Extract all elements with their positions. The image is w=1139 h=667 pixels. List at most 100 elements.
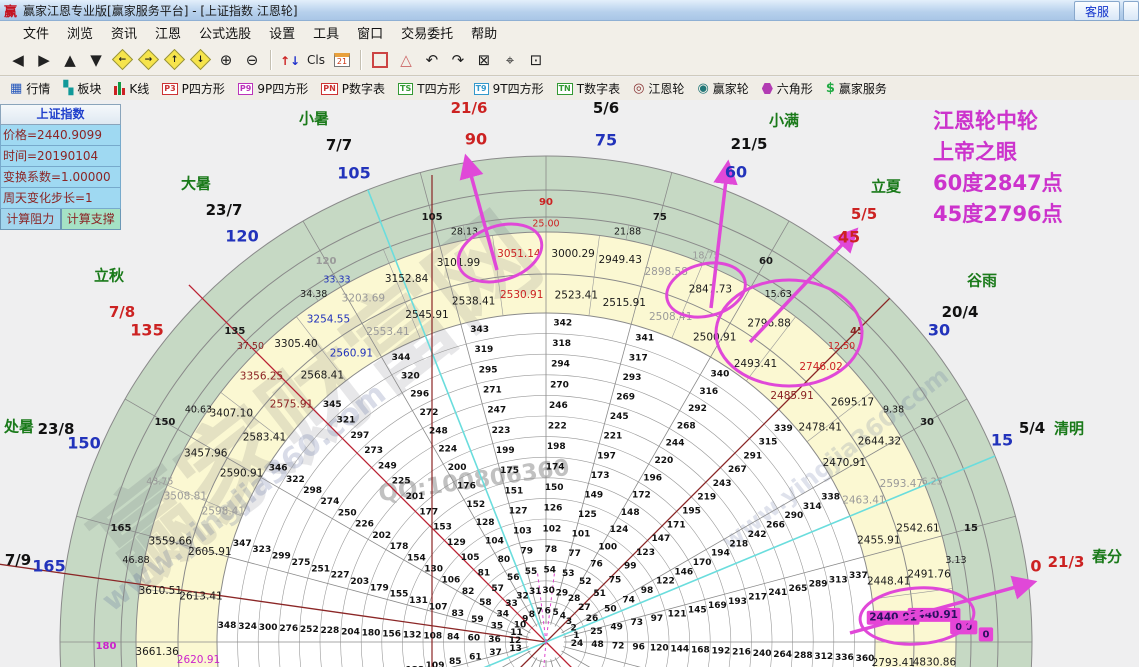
svg-text:78: 78 bbox=[545, 545, 558, 555]
next-button[interactable]: ▶ bbox=[32, 48, 56, 72]
svg-text:316: 316 bbox=[699, 387, 718, 397]
9t-square-button[interactable]: T9 9T四方形 bbox=[468, 77, 550, 100]
calendar-button[interactable]: 21 bbox=[330, 48, 354, 72]
square-tool-button[interactable] bbox=[368, 48, 392, 72]
wheel-value-label: 12.50 bbox=[828, 341, 855, 352]
calc-resistance-button[interactable]: 计算阻力 bbox=[0, 209, 61, 230]
svg-text:199: 199 bbox=[496, 446, 515, 456]
p-table-button[interactable]: PN P数字表 bbox=[315, 77, 391, 100]
wheel-outer-label: 春分 bbox=[1091, 547, 1123, 566]
svg-text:55: 55 bbox=[525, 567, 538, 577]
svg-text:290: 290 bbox=[784, 511, 803, 521]
rotate-cw-button[interactable]: ↷ bbox=[446, 48, 470, 72]
quotes-button[interactable]: ▦ 行情 bbox=[4, 77, 56, 100]
svg-text:315: 315 bbox=[759, 438, 778, 448]
wheel-value-label: 2491.76 bbox=[907, 568, 951, 580]
svg-text:246: 246 bbox=[549, 401, 568, 411]
zoom-in-button[interactable]: ⊕ bbox=[214, 48, 238, 72]
menu-item-5[interactable]: 设置 bbox=[260, 21, 304, 44]
maximize-button[interactable]: ⊠ bbox=[472, 48, 496, 72]
wheel-outer-label: 21/3 bbox=[1047, 553, 1085, 571]
svg-text:216: 216 bbox=[732, 648, 751, 658]
t-table-button[interactable]: TN T数字表 bbox=[551, 77, 627, 100]
svg-text:220: 220 bbox=[654, 456, 673, 466]
calc-support-button[interactable]: 计算支撑 bbox=[60, 209, 121, 230]
wheel-value-label: 2847.73 bbox=[689, 283, 732, 295]
menu-item-3[interactable]: 江恩 bbox=[146, 21, 190, 44]
wheel-value-label: 0 bbox=[982, 629, 989, 640]
svg-text:341: 341 bbox=[635, 334, 654, 344]
wheel-value-label: 2695.17 bbox=[831, 397, 874, 409]
svg-text:295: 295 bbox=[479, 365, 498, 375]
annotation-line: 上帝之眼 bbox=[933, 140, 1017, 164]
svg-text:267: 267 bbox=[728, 465, 747, 475]
zoom-out-button[interactable]: ⊖ bbox=[240, 48, 264, 72]
wheel-outer-label: 小满 bbox=[768, 111, 800, 130]
center-button[interactable]: ⌖ bbox=[498, 48, 522, 72]
triangle-tool-button[interactable]: △ bbox=[394, 48, 418, 72]
menu-item-9[interactable]: 帮助 bbox=[462, 21, 506, 44]
pan-right-button[interactable]: → bbox=[136, 48, 160, 72]
prev-button[interactable]: ◀ bbox=[6, 48, 30, 72]
menu-item-7[interactable]: 窗口 bbox=[348, 21, 392, 44]
svg-text:345: 345 bbox=[323, 400, 342, 410]
svg-text:123: 123 bbox=[636, 548, 655, 558]
svg-text:323: 323 bbox=[252, 545, 271, 555]
menu-item-0[interactable]: 文件 bbox=[14, 21, 58, 44]
pan-down-button[interactable]: ↓ bbox=[188, 48, 212, 72]
svg-text:340: 340 bbox=[711, 370, 730, 380]
svg-text:147: 147 bbox=[651, 534, 670, 544]
svg-text:149: 149 bbox=[584, 490, 603, 500]
pan-up-button[interactable]: ↑ bbox=[162, 48, 186, 72]
p-square-button[interactable]: P3 P四方形 bbox=[156, 77, 231, 100]
svg-text:156: 156 bbox=[382, 629, 401, 639]
svg-text:180: 180 bbox=[362, 628, 381, 638]
screen-button[interactable]: ⊡ bbox=[524, 48, 548, 72]
kline-button[interactable]: K线 bbox=[108, 77, 155, 100]
menu-item-1[interactable]: 浏览 bbox=[58, 21, 102, 44]
down-button[interactable]: ▼ bbox=[84, 48, 108, 72]
rotate-ccw-button[interactable]: ↶ bbox=[420, 48, 444, 72]
wheel-value-label: 2448.41 bbox=[867, 576, 910, 588]
toolbar-modules: ▦ 行情 ▚ 板块 K线 P3 P四方形 P9 9P四方形 PN P数字表 TS T四方形 T9 9T四方形… bbox=[0, 77, 1139, 101]
customer-service-button[interactable]: 客服 bbox=[1073, 1, 1120, 21]
gann-wheel-button[interactable]: ◎ 江恩轮 bbox=[627, 77, 690, 100]
menu-item-2[interactable]: 资讯 bbox=[102, 21, 146, 44]
svg-text:198: 198 bbox=[547, 442, 566, 452]
toolbar-label: T数字表 bbox=[576, 82, 621, 96]
svg-text:224: 224 bbox=[438, 445, 457, 455]
svg-text:169: 169 bbox=[708, 601, 727, 611]
wheel-outer-label: 60 bbox=[724, 162, 748, 182]
t-square-button[interactable]: TS T四方形 bbox=[392, 77, 467, 100]
wheel-value-label: 3661.36 bbox=[135, 646, 179, 658]
sectors-button[interactable]: ▚ 板块 bbox=[57, 77, 107, 100]
axis-updown-button[interactable]: ↑↓ bbox=[278, 48, 302, 72]
wheel-value-label: 4830.86 bbox=[913, 656, 957, 667]
toolbar-label: 赢家轮 bbox=[712, 82, 749, 96]
menu-item-6[interactable]: 工具 bbox=[304, 21, 348, 44]
svg-text:228: 228 bbox=[320, 626, 339, 636]
cls-button[interactable]: Cls bbox=[304, 48, 328, 72]
hexagon-button[interactable]: 六角形 bbox=[756, 77, 819, 100]
svg-text:265: 265 bbox=[789, 584, 808, 594]
svg-text:200: 200 bbox=[448, 463, 467, 473]
svg-text:79: 79 bbox=[520, 547, 533, 557]
wheel-value-label: 3305.40 bbox=[274, 338, 317, 350]
wheel-value-label: 6.25 bbox=[922, 477, 943, 488]
pan-left-button[interactable]: ← bbox=[110, 48, 134, 72]
svg-text:225: 225 bbox=[392, 477, 411, 487]
menu-item-8[interactable]: 交易委托 bbox=[392, 21, 462, 44]
winner-wheel-button[interactable]: ◉ 赢家轮 bbox=[691, 77, 754, 100]
up-button[interactable]: ▲ bbox=[58, 48, 82, 72]
svg-text:48: 48 bbox=[591, 640, 604, 650]
9p-square-button[interactable]: P9 9P四方形 bbox=[232, 77, 314, 100]
wheel-outer-label: 处暑 bbox=[3, 417, 35, 436]
svg-text:222: 222 bbox=[548, 421, 567, 431]
wheel-value-label: 2575.91 bbox=[270, 399, 313, 411]
wheel-value-label: 3457.96 bbox=[184, 447, 228, 459]
edge-button[interactable] bbox=[1123, 1, 1139, 21]
menu-item-4[interactable]: 公式选股 bbox=[190, 21, 260, 44]
wheel-outer-label: 7/7 bbox=[325, 136, 353, 154]
svg-text:30: 30 bbox=[542, 586, 555, 596]
winner-service-button[interactable]: $ 赢家服务 bbox=[820, 77, 893, 100]
